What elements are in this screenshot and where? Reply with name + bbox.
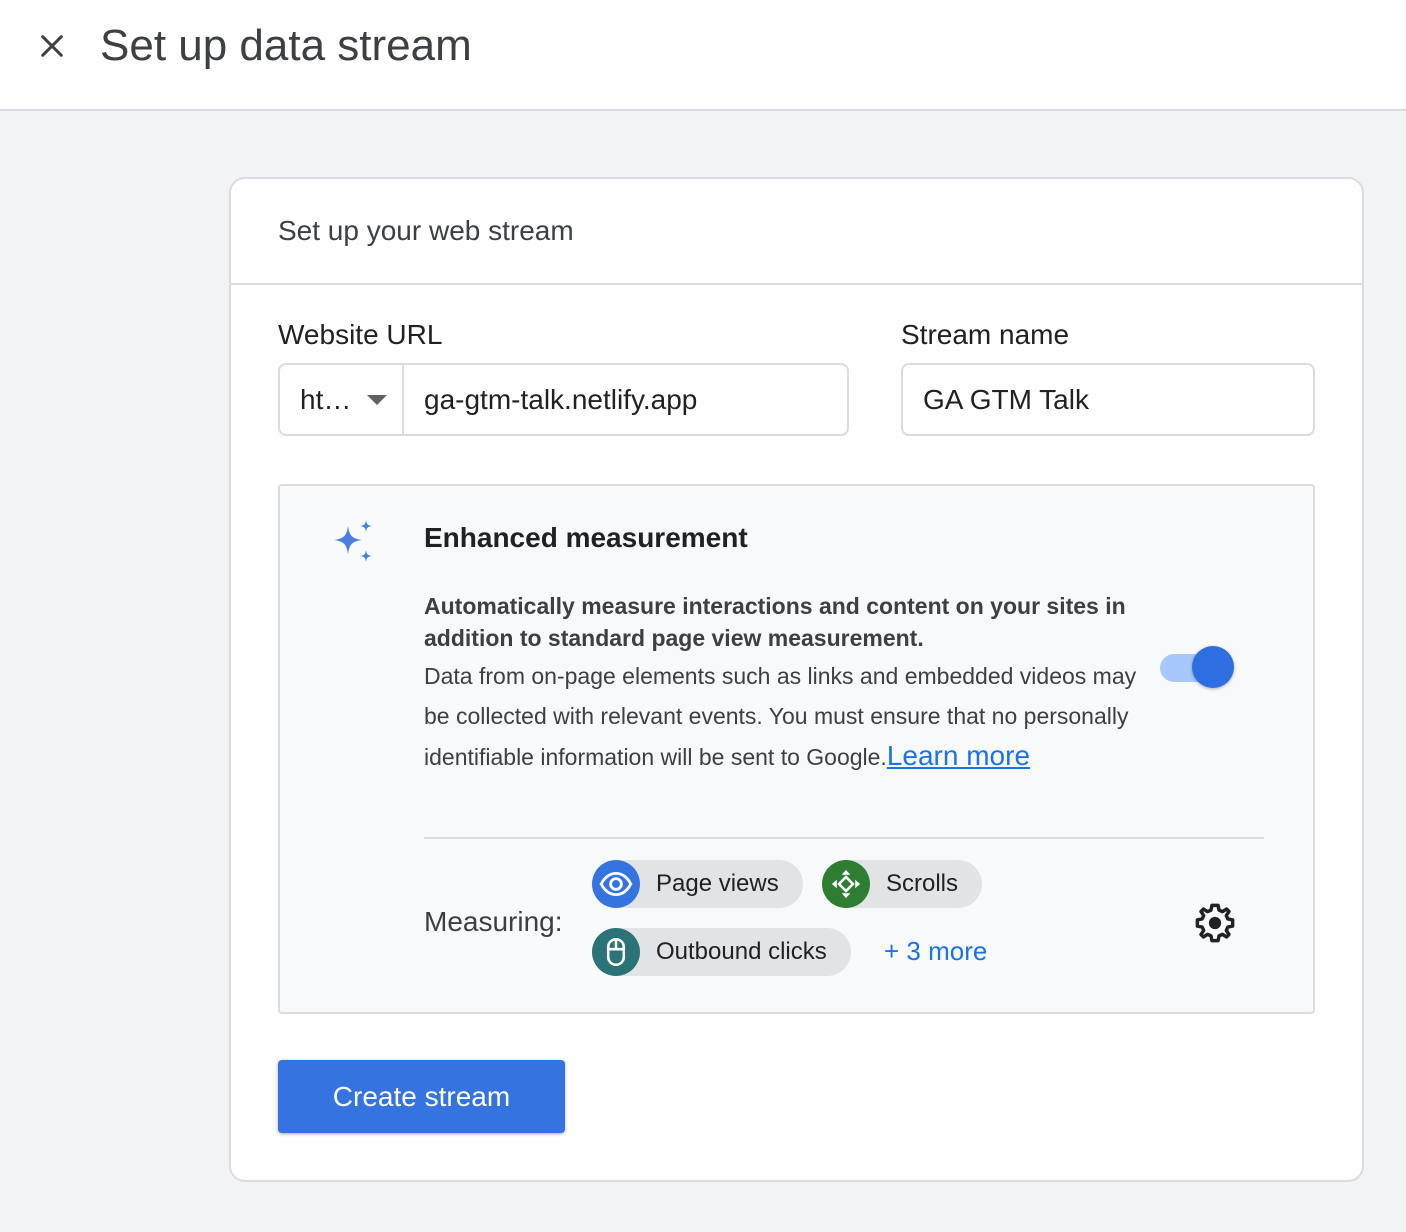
divider bbox=[424, 837, 1264, 839]
page-title: Set up data stream bbox=[100, 21, 472, 70]
enhanced-measurement-title: Enhanced measurement bbox=[424, 522, 748, 553]
enhanced-description-bold: Automatically measure interactions and c… bbox=[424, 593, 1126, 651]
close-icon bbox=[41, 35, 63, 57]
protocol-select[interactable]: ht… bbox=[280, 365, 404, 434]
card-title: Set up your web stream bbox=[231, 179, 1362, 285]
enhanced-description: Data from on-page elements such as links… bbox=[424, 656, 1154, 777]
chip-label: Page views bbox=[656, 870, 779, 897]
settings-button[interactable] bbox=[1192, 900, 1238, 946]
stream-name-field bbox=[901, 363, 1315, 436]
website-url-group: ht… bbox=[278, 363, 849, 436]
chip-page-views: Page views bbox=[592, 860, 803, 908]
chevron-down-icon bbox=[367, 394, 388, 405]
create-stream-button[interactable]: Create stream bbox=[278, 1060, 565, 1133]
protocol-value: ht… bbox=[300, 383, 352, 415]
sparkle-icon bbox=[334, 520, 372, 562]
mouse-icon bbox=[592, 928, 640, 976]
stream-name-input[interactable] bbox=[903, 365, 1313, 434]
toggle-knob bbox=[1192, 646, 1234, 688]
chip-scrolls: Scrolls bbox=[822, 860, 983, 908]
web-stream-card: Set up your web stream Website URL ht… S… bbox=[229, 177, 1364, 1182]
chip-label: Scrolls bbox=[886, 870, 959, 897]
eye-icon bbox=[592, 860, 640, 908]
website-url-label: Website URL bbox=[278, 319, 443, 350]
gear-icon bbox=[1195, 903, 1235, 943]
scroll-arrows-icon bbox=[822, 860, 870, 908]
header: Set up data stream bbox=[0, 0, 1406, 111]
close-button[interactable] bbox=[30, 24, 74, 68]
enhanced-measurement-panel: Enhanced measurement Automatically measu… bbox=[278, 484, 1315, 1014]
website-url-input[interactable] bbox=[404, 365, 844, 434]
measuring-label: Measuring: bbox=[424, 906, 563, 937]
learn-more-link[interactable]: Learn more bbox=[887, 740, 1030, 771]
chip-label: Outbound clicks bbox=[656, 938, 827, 965]
stream-name-label: Stream name bbox=[901, 319, 1070, 350]
enhanced-measurement-toggle[interactable] bbox=[1160, 646, 1236, 690]
more-measurements-link[interactable]: + 3 more bbox=[884, 936, 987, 967]
chip-outbound-clicks: Outbound clicks bbox=[592, 928, 851, 976]
